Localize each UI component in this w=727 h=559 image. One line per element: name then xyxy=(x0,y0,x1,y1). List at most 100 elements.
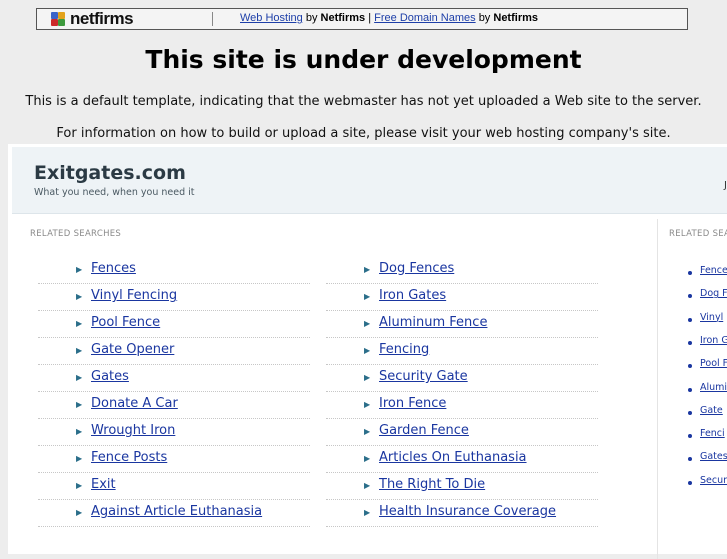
related-searches-sidebar: RELATED SEA Fence Dog F Vinyl Iron G Pool F A… xyxy=(661,219,727,559)
related-search-item[interactable]: ▶ Fences xyxy=(38,257,310,284)
sidebar-link[interactable]: Secur xyxy=(700,475,727,486)
banner-by-2: by xyxy=(478,12,491,24)
free-domain-names-link[interactable]: Free Domain Names xyxy=(374,12,475,24)
bullet-icon xyxy=(688,271,692,275)
related-search-link[interactable]: Against Article Euthanasia xyxy=(91,504,262,519)
sidebar-link[interactable]: Dog F xyxy=(700,288,727,299)
related-search-item[interactable]: ▶ The Right To Die xyxy=(326,473,598,500)
sidebar-link[interactable]: Vinyl xyxy=(700,312,723,323)
bullet-icon xyxy=(688,294,692,299)
bullet-icon xyxy=(688,340,692,345)
bullet-icon xyxy=(688,364,692,369)
netfirms-logo-icon xyxy=(49,12,69,26)
banner-links: Web Hosting by Netfirms | Free Domain Na… xyxy=(240,12,538,24)
related-search-link[interactable]: Pool Fence xyxy=(91,315,160,330)
banner-by-1: by xyxy=(305,12,318,24)
related-search-item[interactable]: ▶ Donate A Car xyxy=(38,392,310,419)
arrow-right-icon: ▶ xyxy=(364,427,371,436)
related-search-item[interactable]: ▶ Fence Posts xyxy=(38,446,310,473)
arrow-right-icon: ▶ xyxy=(76,481,83,490)
site-name[interactable]: Exitgates.com xyxy=(34,162,186,184)
arrow-right-icon: ▶ xyxy=(364,319,371,328)
sidebar-link[interactable]: Pool F xyxy=(700,358,727,369)
arrow-right-icon: ▶ xyxy=(76,265,83,274)
related-search-item[interactable]: ▶ Iron Fence xyxy=(326,392,598,419)
notice-line-1: This is a default template, indicating t… xyxy=(25,94,702,109)
sidebar-link[interactable]: Iron G xyxy=(700,335,727,346)
web-hosting-link[interactable]: Web Hosting xyxy=(240,12,303,24)
arrow-right-icon: ▶ xyxy=(364,400,371,409)
bullet-icon xyxy=(688,480,692,485)
arrow-right-icon: ▶ xyxy=(364,373,371,382)
related-searches-panel: RELATED SEARCHES ▶ Fences ▶ Vinyl Fencing ▶ P… xyxy=(12,219,658,559)
related-search-link[interactable]: Donate A Car xyxy=(91,396,178,411)
related-search-link[interactable]: Garden Fence xyxy=(379,423,469,438)
related-search-item[interactable]: ▶ Vinyl Fencing xyxy=(38,284,310,311)
sidebar-title: RELATED SEA xyxy=(669,229,727,239)
related-search-link[interactable]: Iron Fence xyxy=(379,396,446,411)
arrow-right-icon: ▶ xyxy=(364,292,371,301)
related-search-item[interactable]: ▶ Security Gate xyxy=(326,365,598,392)
related-search-link[interactable]: Security Gate xyxy=(379,369,468,384)
arrow-right-icon: ▶ xyxy=(76,508,83,517)
related-search-link[interactable]: Fencing xyxy=(379,342,429,357)
arrow-right-icon: ▶ xyxy=(76,373,83,382)
related-search-link[interactable]: Vinyl Fencing xyxy=(91,288,177,303)
sidebar-link[interactable]: Gate xyxy=(700,405,723,416)
related-search-item[interactable]: ▶ Wrought Iron xyxy=(38,419,310,446)
arrow-right-icon: ▶ xyxy=(364,454,371,463)
related-search-link[interactable]: Gate Opener xyxy=(91,342,174,357)
related-search-link[interactable]: Gates xyxy=(91,369,129,384)
arrow-right-icon: ▶ xyxy=(76,454,83,463)
sidebar-link[interactable]: Alumi xyxy=(700,382,727,393)
bullet-icon xyxy=(688,387,692,392)
related-search-link[interactable]: Exit xyxy=(91,477,116,492)
banner-divider xyxy=(212,12,213,26)
related-search-item[interactable]: ▶ Articles On Euthanasia xyxy=(326,446,598,473)
netfirms-logo[interactable]: netfirms xyxy=(49,9,134,28)
related-search-item[interactable]: ▶ Garden Fence xyxy=(326,419,598,446)
netfirms-logo-text: netfirms xyxy=(70,9,134,28)
related-search-item[interactable]: ▶ Aluminum Fence xyxy=(326,311,598,338)
related-search-link[interactable]: The Right To Die xyxy=(379,477,485,492)
page-title: This site is under development xyxy=(145,45,582,74)
related-search-item[interactable]: ▶ Pool Fence xyxy=(38,311,310,338)
related-search-item[interactable]: ▶ Against Article Euthanasia xyxy=(38,500,310,527)
banner-separator: | xyxy=(368,12,372,24)
arrow-right-icon: ▶ xyxy=(364,346,371,355)
related-searches-title: RELATED SEARCHES xyxy=(30,229,122,239)
parked-header: Exitgates.com What you need, when you ne… xyxy=(12,147,727,214)
sidebar-link[interactable]: Gates xyxy=(700,451,727,462)
arrow-right-icon: ▶ xyxy=(76,292,83,301)
site-tagline: What you need, when you need it xyxy=(34,187,195,198)
related-search-item[interactable]: ▶ Exit xyxy=(38,473,310,500)
related-search-item[interactable]: ▶ Fencing xyxy=(326,338,598,365)
arrow-right-icon: ▶ xyxy=(76,400,83,409)
related-search-link[interactable]: Articles On Euthanasia xyxy=(379,450,527,465)
arrow-right-icon: ▶ xyxy=(76,346,83,355)
arrow-right-icon: ▶ xyxy=(364,265,371,274)
related-search-link[interactable]: Fence Posts xyxy=(91,450,167,465)
related-search-item[interactable]: ▶ Gates xyxy=(38,365,310,392)
related-search-link[interactable]: Dog Fences xyxy=(379,261,454,276)
related-search-link[interactable]: Iron Gates xyxy=(379,288,446,303)
parked-page: Exitgates.com What you need, when you ne… xyxy=(8,144,727,559)
related-search-link[interactable]: Fences xyxy=(91,261,136,276)
bullet-icon xyxy=(688,410,692,415)
sidebar-link[interactable]: Fence xyxy=(700,265,727,276)
related-search-item[interactable]: ▶ Iron Gates xyxy=(326,284,598,311)
banner-brand-1: Netfirms xyxy=(320,12,366,24)
arrow-right-icon: ▶ xyxy=(76,427,83,436)
related-search-link[interactable]: Aluminum Fence xyxy=(379,315,487,330)
related-search-link[interactable]: Health Insurance Coverage xyxy=(379,504,556,519)
related-search-item[interactable]: ▶ Health Insurance Coverage xyxy=(326,500,598,527)
arrow-right-icon: ▶ xyxy=(76,319,83,328)
bullet-icon xyxy=(688,317,692,322)
related-search-item[interactable]: ▶ Gate Opener xyxy=(38,338,310,365)
sidebar-link[interactable]: Fenci xyxy=(700,428,725,439)
related-search-item[interactable]: ▶ Dog Fences xyxy=(326,257,598,284)
bullet-icon xyxy=(688,434,692,439)
related-search-link[interactable]: Wrought Iron xyxy=(91,423,175,438)
bullet-icon xyxy=(688,457,692,462)
notice-line-2: For information on how to build or uploa… xyxy=(56,126,671,141)
